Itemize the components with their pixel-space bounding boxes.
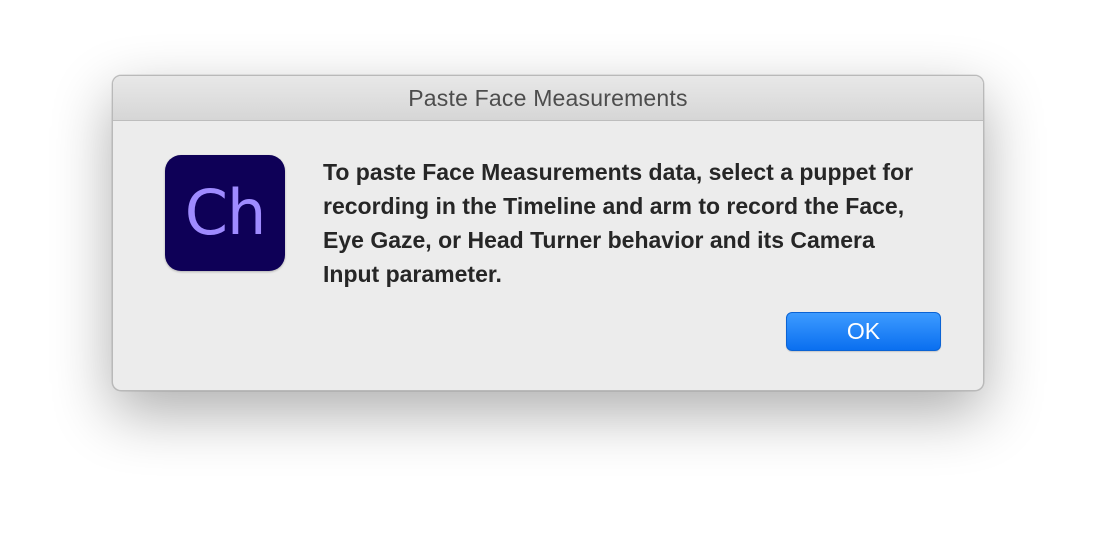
dialog-message: To paste Face Measurements data, select … (323, 159, 914, 287)
ok-button[interactable]: OK (786, 312, 941, 351)
paste-face-measurements-dialog: Paste Face Measurements Ch To paste Face… (112, 75, 984, 391)
dialog-titlebar[interactable]: Paste Face Measurements (113, 76, 983, 121)
app-icon-label: Ch (184, 175, 267, 249)
character-animator-icon: Ch (165, 155, 285, 271)
dialog-title: Paste Face Measurements (408, 84, 688, 111)
